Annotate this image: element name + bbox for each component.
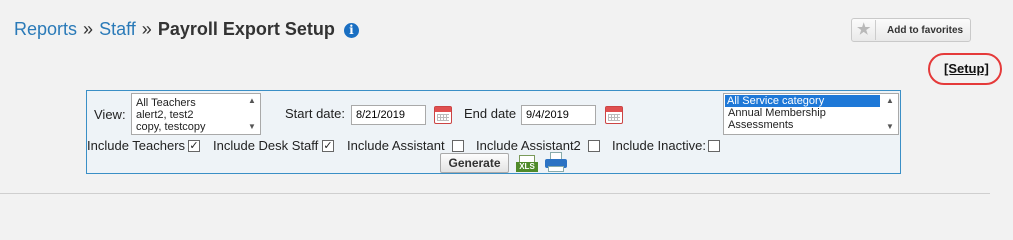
view-label: View: [94, 107, 126, 122]
printer-icon[interactable] [544, 152, 568, 173]
page-title: Payroll Export Setup [157, 19, 335, 39]
scroll-up-icon[interactable]: ▲ [886, 95, 894, 107]
view-listbox[interactable]: All Teachers alert2, test2 copy, testcop… [131, 93, 261, 135]
service-option-selected[interactable]: All Service category [725, 95, 880, 107]
breadcrumb-separator: » [83, 19, 94, 39]
end-date-calendar-icon[interactable] [605, 106, 623, 124]
include-teachers-checkbox[interactable]: ✓ [188, 140, 200, 152]
service-option[interactable]: Annual Membership [724, 107, 898, 119]
xls-export-icon[interactable]: XLS [516, 155, 538, 172]
breadcrumb-staff-link[interactable]: Staff [99, 19, 136, 39]
scroll-down-icon[interactable]: ▼ [886, 121, 894, 133]
setup-link-text: [Setup] [944, 61, 989, 76]
service-category-listbox[interactable]: All Service category Annual Membership A… [723, 93, 899, 135]
service-option[interactable]: Assessments [724, 119, 898, 131]
include-assistant2-label: Include Assistant2 [476, 138, 581, 153]
view-option[interactable]: All Teachers [132, 97, 260, 109]
star-icon-box: ★ [853, 20, 876, 40]
include-teachers-label: Include Teachers [87, 138, 186, 153]
divider [0, 193, 990, 194]
view-listbox-scrollbar[interactable]: ▲ ▼ [246, 94, 260, 134]
include-desk-staff-checkbox[interactable]: ✓ [322, 140, 334, 152]
service-listbox-scrollbar[interactable]: ▲ ▼ [884, 94, 898, 134]
setup-link[interactable]: [Setup] [944, 61, 989, 76]
info-icon[interactable]: i [343, 23, 359, 38]
add-to-favorites-button[interactable]: ★ Add to favorites [851, 18, 971, 42]
breadcrumb-separator: » [141, 19, 152, 39]
include-inactive-checkbox[interactable] [708, 140, 720, 152]
star-icon: ★ [857, 21, 871, 38]
end-date-input[interactable] [521, 105, 596, 125]
scroll-down-icon[interactable]: ▼ [248, 121, 256, 133]
add-to-favorites-label: Add to favorites [887, 25, 964, 36]
printer-tray [548, 166, 564, 172]
scroll-up-icon[interactable]: ▲ [248, 95, 256, 107]
breadcrumb-reports-link[interactable]: Reports [14, 19, 77, 39]
end-date-label: End date [464, 106, 517, 121]
start-date-label: Start date: [285, 106, 345, 121]
include-inactive-label: Include Inactive: [612, 138, 706, 153]
xls-tag: XLS [516, 162, 538, 172]
breadcrumb: Reports » Staff » Payroll Export Setup i [14, 18, 359, 40]
filter-panel: View: All Teachers alert2, test2 copy, t… [86, 90, 901, 174]
include-desk-staff-label: Include Desk Staff [213, 138, 319, 153]
view-option[interactable]: copy, testcopy [132, 121, 260, 133]
start-date-calendar-icon[interactable] [434, 106, 452, 124]
include-assistant2-checkbox[interactable] [588, 140, 600, 152]
generate-button[interactable]: Generate [440, 153, 509, 173]
view-option[interactable]: alert2, test2 [132, 109, 260, 121]
include-assistant-checkbox[interactable] [452, 140, 464, 152]
include-assistant-label: Include Assistant [347, 138, 445, 153]
start-date-input[interactable] [351, 105, 426, 125]
